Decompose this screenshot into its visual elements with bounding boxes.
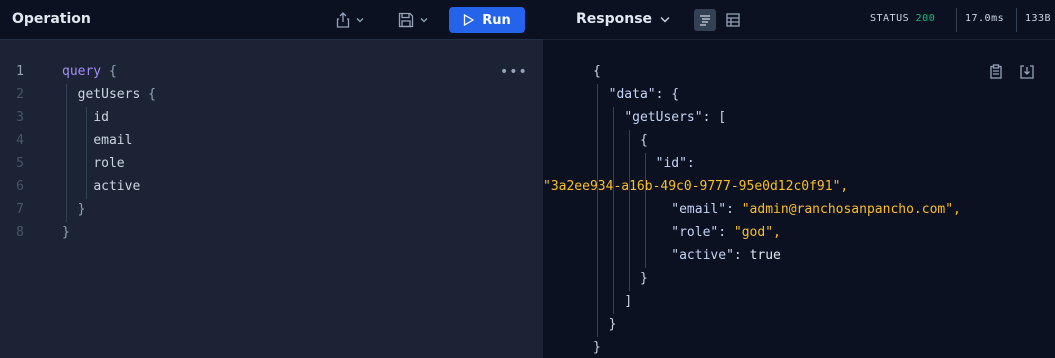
code-line: active (62, 175, 156, 198)
json-brace: { (593, 64, 601, 79)
json-bracket: ] (624, 294, 633, 309)
response-time: 17.0ms (965, 13, 1005, 24)
json-line: "id": (593, 152, 961, 175)
query-keyword: query (62, 64, 102, 79)
share-icon (336, 12, 350, 28)
json-line: "getUsers": [ (593, 106, 961, 129)
operation-header: Operation Run (0, 0, 543, 40)
response-json: { "data": { "getUsers": [ { "id": "3a2ee9… (543, 60, 961, 358)
json-line: "role": "god", (593, 221, 961, 244)
brace: } (62, 225, 70, 240)
json-key-email: "email": (671, 202, 742, 217)
copy-button[interactable] (990, 64, 1002, 83)
divider (1016, 8, 1017, 32)
json-key-id: "id": (655, 156, 695, 171)
response-title: Response (576, 11, 653, 27)
response-panel: Response STATUS 200 17.0ms 133B {"data"… (543, 0, 1055, 358)
brace: { (148, 87, 156, 102)
save-dropdown-button[interactable] (398, 9, 428, 31)
response-dropdown[interactable]: Response (576, 11, 670, 27)
json-line: { (593, 60, 961, 83)
line-number: 5 (16, 156, 24, 171)
json-brace: } (593, 340, 601, 355)
json-line: "email": "admin@ranchosanpancho.com", (593, 198, 961, 221)
code-line: } (62, 221, 156, 244)
code-line: getUsers { (62, 83, 156, 106)
json-value-active: true (749, 248, 781, 263)
chevron-down-icon (356, 18, 364, 23)
line-number: 7 (16, 202, 24, 217)
field-active: active (93, 179, 141, 194)
json-line: { (593, 129, 961, 152)
chevron-down-icon (420, 18, 428, 23)
json-brace: } (608, 317, 617, 332)
run-label: Run (482, 12, 511, 28)
json-brace: } (639, 271, 648, 286)
json-value-role: "god", (733, 225, 781, 240)
download-button[interactable] (1020, 64, 1034, 83)
line-number: 6 (16, 179, 24, 194)
line-number: 8 (16, 225, 24, 240)
brace: } (77, 202, 86, 217)
save-icon (398, 12, 414, 28)
response-size: 133B (1025, 13, 1052, 24)
line-number: 3 (16, 110, 24, 125)
field-role: role (93, 156, 125, 171)
json-value-email: "admin@ranchosanpancho.com", (741, 202, 961, 217)
code-line: id (62, 106, 156, 129)
json-line: ] (593, 290, 961, 313)
more-icon[interactable]: ••• (500, 64, 528, 80)
text-view-icon (700, 15, 710, 26)
status-code: 200 (915, 13, 936, 24)
operation-panel: Operation Run 1 2 3 4 5 6 7 8 query {ge… (0, 0, 543, 358)
json-key-data: "data": { (608, 87, 680, 102)
json-key-role: "role": (671, 225, 734, 240)
play-icon (464, 14, 475, 26)
code-line: } (62, 198, 156, 221)
json-value-id: "3a2ee934-a16b-49c0-9777-95e0d12c0f91", (543, 179, 849, 194)
json-key-getusers: "getUsers": [ (624, 110, 727, 125)
code-line: email (62, 129, 156, 152)
share-dropdown-button[interactable] (336, 9, 364, 31)
json-line: "3a2ee934-a16b-49c0-9777-95e0d12c0f91", (543, 175, 961, 198)
chevron-down-icon (660, 16, 670, 22)
copy-icon (990, 64, 1002, 79)
line-number: 2 (16, 87, 24, 102)
json-line: } (593, 336, 961, 358)
brace: { (108, 64, 117, 79)
line-number: 1 (16, 64, 24, 79)
operation-title: Operation (12, 11, 91, 27)
divider (956, 8, 957, 32)
json-line: "active": true (593, 244, 961, 267)
run-button[interactable]: Run (449, 7, 525, 33)
json-line: } (593, 313, 961, 336)
download-icon (1020, 65, 1034, 79)
line-numbers: 1 2 3 4 5 6 7 8 (0, 60, 40, 244)
line-number: 4 (16, 133, 24, 148)
field-email: email (93, 133, 133, 148)
json-key-active: "active": (671, 248, 750, 263)
json-brace: { (639, 133, 648, 148)
field-getusers: getUsers (77, 87, 141, 102)
field-id: id (93, 110, 109, 125)
status-indicator: STATUS 200 (870, 13, 935, 24)
json-line: "data": { (593, 83, 961, 106)
code-line: query { (62, 60, 156, 83)
table-view-button[interactable] (722, 9, 744, 31)
response-header: Response STATUS 200 17.0ms 133B (543, 0, 1055, 40)
code-line: role (62, 152, 156, 175)
table-view-icon (726, 13, 740, 27)
status-label: STATUS (870, 13, 910, 24)
operation-editor[interactable]: query { getUsers { id email role active … (62, 60, 156, 244)
json-line: } (593, 267, 961, 290)
text-view-button[interactable] (694, 9, 716, 31)
